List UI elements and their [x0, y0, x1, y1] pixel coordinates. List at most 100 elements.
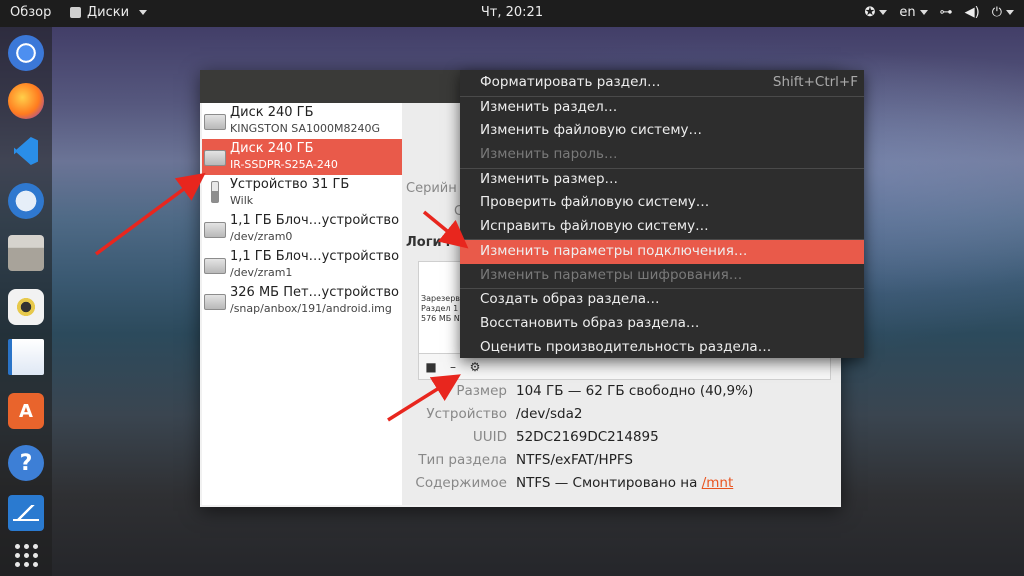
mount-point-link[interactable]: /mnt	[702, 475, 734, 491]
property-key: Содержимое	[415, 475, 507, 491]
menu-item-label: Изменить файловую систему…	[480, 122, 703, 138]
menu-item-edit-filesystem[interactable]: Изменить файловую систему…	[460, 119, 864, 143]
device-item[interactable]: 326 МБ Пет…устройство /snap/anbox/191/an…	[202, 283, 402, 319]
language-button[interactable]: en	[899, 5, 928, 20]
menu-item-label: Изменить параметры подключения…	[480, 243, 748, 259]
property-row: UUID 52DC2169DC214895	[402, 429, 841, 451]
partition-name: Зарезерв…	[421, 294, 462, 303]
monitor-icon[interactable]	[8, 495, 44, 531]
serial-number-label: Серийн	[406, 181, 457, 196]
thunderbird-icon[interactable]	[8, 183, 44, 219]
menu-item-label: Исправить файловую систему…	[480, 218, 709, 234]
menu-item-restore-image[interactable]: Восстановить образ раздела…	[460, 312, 864, 336]
chrome-icon[interactable]	[8, 35, 44, 71]
activities-button[interactable]: Обзор	[10, 5, 51, 20]
menu-item-edit-encryption-options: Изменить параметры шифрования…	[460, 264, 864, 288]
device-item[interactable]: 1,1 ГБ Блоч…устройство /dev/zram1	[202, 247, 402, 283]
menu-item-edit-mount-options[interactable]: Изменить параметры подключения…	[460, 240, 864, 264]
stop-icon[interactable]: ■	[425, 360, 437, 374]
disk-drive-icon	[204, 150, 226, 166]
partition-size: 576 МБ NT…	[421, 314, 462, 323]
menu-item-label: Изменить раздел…	[480, 99, 618, 115]
device-name: 1,1 ГБ Блоч…устройство	[230, 213, 400, 228]
power-icon[interactable]: ⏻	[992, 5, 1014, 20]
dock: A ?	[0, 27, 52, 576]
device-name: Диск 240 ГБ	[230, 141, 314, 156]
files-icon[interactable]	[8, 235, 44, 271]
menu-item-label: Создать образ раздела…	[480, 291, 660, 307]
volumes-heading: Логич	[406, 235, 451, 250]
device-path: /snap/anbox/191/android.img	[230, 302, 392, 315]
device-name: 1,1 ГБ Блоч…устройство	[230, 249, 400, 264]
app-name: Диски	[87, 5, 130, 20]
menu-item-change-passphrase: Изменить пароль…	[460, 143, 864, 167]
chevron-down-icon	[1006, 10, 1014, 15]
property-value: 52DC2169DC214895	[516, 429, 659, 445]
device-model: Wilk	[230, 194, 254, 207]
property-key: Тип раздела	[418, 452, 507, 468]
property-value: NTFS/exFAT/HPFS	[516, 452, 633, 468]
device-item[interactable]: Диск 240 ГБ KINGSTON SA1000M8240G	[202, 103, 402, 139]
menu-item-check-filesystem[interactable]: Проверить файловую систему…	[460, 191, 864, 215]
menu-item-create-image[interactable]: Создать образ раздела…	[460, 288, 864, 312]
app-menu-button[interactable]: Диски	[70, 5, 148, 20]
contents-text: NTFS — Смонтировано на	[516, 475, 702, 491]
menu-item-format-partition[interactable]: Форматировать раздел… Shift+Ctrl+F	[460, 71, 864, 95]
menu-item-label: Изменить размер…	[480, 171, 619, 187]
top-bar: Обзор Диски Чт, 20:21 ✪ en ⊶ ◀) ⏻	[0, 0, 1024, 27]
property-key: Размер	[456, 383, 507, 399]
show-apps-icon[interactable]	[8, 537, 44, 573]
help-icon[interactable]: ?	[8, 445, 44, 481]
device-item[interactable]: 1,1 ГБ Блоч…устройство /dev/zram0	[202, 211, 402, 247]
menu-item-label: Форматировать раздел…	[480, 74, 661, 90]
writer-icon[interactable]	[8, 339, 44, 375]
disk-drive-icon	[204, 114, 226, 130]
language-label: en	[899, 5, 916, 20]
device-name: Устройство 31 ГБ	[230, 177, 350, 192]
device-model: KINGSTON SA1000M8240G	[230, 122, 381, 135]
device-item-selected[interactable]: Диск 240 ГБ IR-SSDPR-S25A-240	[202, 139, 402, 175]
partition-number: Раздел 1	[421, 304, 459, 313]
chevron-down-icon	[139, 10, 148, 15]
volume-partition-1[interactable]: Зарезерв… Раздел 1 576 МБ NT…	[419, 262, 463, 353]
delete-partition-icon[interactable]: –	[447, 360, 459, 374]
device-path: /dev/zram1	[230, 266, 293, 279]
menu-item-shortcut: Shift+Ctrl+F	[772, 74, 858, 90]
device-model: IR-SSDPR-S25A-240	[230, 158, 338, 171]
software-icon[interactable]: A	[8, 393, 44, 429]
device-name: Диск 240 ГБ	[230, 105, 314, 120]
menu-item-label: Восстановить образ раздела…	[480, 315, 700, 331]
clock-button[interactable]: Чт, 20:21	[481, 5, 543, 20]
rhythmbox-icon[interactable]	[8, 289, 44, 325]
firefox-icon[interactable]	[8, 83, 44, 119]
chevron-down-icon	[919, 10, 928, 15]
menu-item-repair-filesystem[interactable]: Исправить файловую систему…	[460, 215, 864, 239]
chevron-down-icon	[879, 10, 888, 15]
accessibility-icon[interactable]: ✪	[864, 5, 888, 20]
menu-item-benchmark[interactable]: Оценить производительность раздела…	[460, 336, 864, 360]
gear-icon[interactable]: ⚙	[469, 360, 481, 374]
property-value: 104 ГБ — 62 ГБ свободно (40,9%)	[516, 383, 754, 399]
device-name: 326 МБ Пет…устройство	[230, 285, 399, 300]
volume-icon[interactable]: ◀)	[965, 5, 980, 20]
property-key: UUID	[472, 429, 507, 445]
loop-device-icon	[204, 294, 226, 310]
property-row: Содержимое NTFS — Смонтировано на /mnt	[402, 475, 841, 497]
property-row: Устройство /dev/sda2	[402, 406, 841, 428]
property-value: /dev/sda2	[516, 406, 583, 422]
device-list: Диск 240 ГБ KINGSTON SA1000M8240G Диск 2…	[202, 103, 402, 505]
device-item[interactable]: Устройство 31 ГБ Wilk	[202, 175, 402, 211]
vscode-icon[interactable]	[8, 133, 44, 169]
menu-item-resize[interactable]: Изменить размер…	[460, 168, 864, 192]
property-key: Устройство	[426, 406, 507, 422]
block-device-icon	[204, 258, 226, 274]
system-tray: ✪ en ⊶ ◀) ⏻	[864, 5, 1014, 20]
device-path: /dev/zram0	[230, 230, 293, 243]
menu-item-label: Оценить производительность раздела…	[480, 339, 772, 355]
disks-app-icon	[70, 7, 81, 18]
menu-item-label: Проверить файловую систему…	[480, 194, 710, 210]
menu-item-label: Изменить параметры шифрования…	[480, 267, 743, 283]
partition-context-menu: Форматировать раздел… Shift+Ctrl+F Измен…	[460, 70, 864, 358]
network-icon[interactable]: ⊶	[940, 5, 953, 20]
menu-item-edit-partition[interactable]: Изменить раздел…	[460, 96, 864, 120]
